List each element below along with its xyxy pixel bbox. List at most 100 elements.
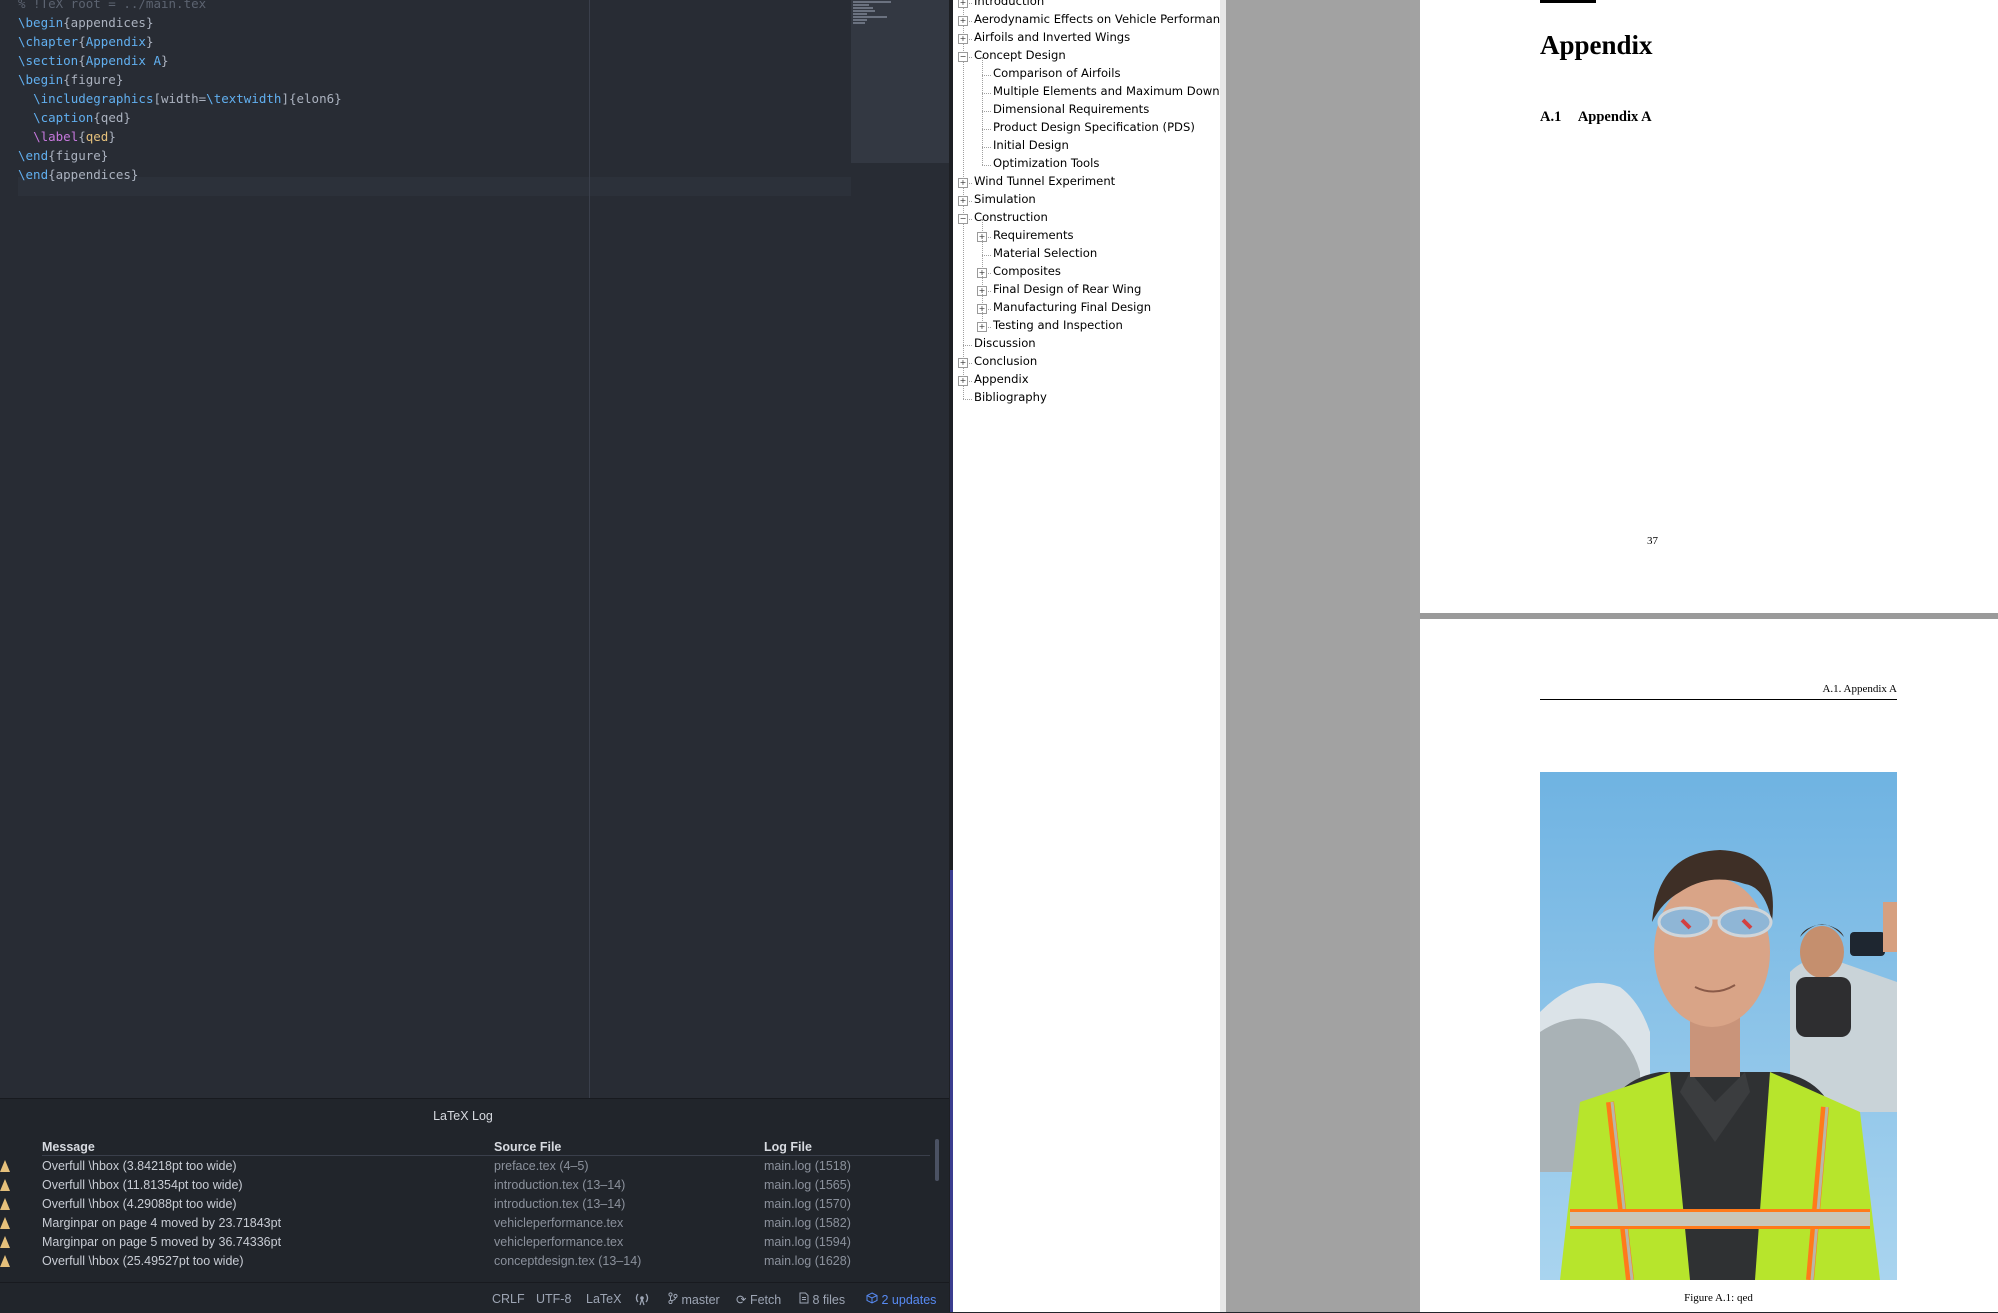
git-branch-button[interactable]: master: [668, 1292, 720, 1307]
code-line[interactable]: \section{Appendix A}: [18, 51, 342, 70]
outline-item[interactable]: Requirements: [993, 228, 1074, 242]
header-rule: [1540, 699, 1897, 700]
outline-item[interactable]: Product Design Specification (PDS): [993, 120, 1195, 134]
figure-caption: Figure A.1: qed: [1684, 1292, 1753, 1304]
collapse-icon[interactable]: −: [958, 214, 968, 224]
outline-item[interactable]: Dimensional Requirements: [993, 102, 1149, 116]
code-editor[interactable]: % !TeX root = ../main.tex \begin{appendic…: [0, 0, 949, 1098]
tree-connector: [963, 345, 972, 346]
log-row[interactable]: Marginpar on page 4 moved by 23.71843pt v…: [0, 1216, 930, 1235]
encoding-indicator[interactable]: UTF-8: [536, 1292, 571, 1306]
outline-item[interactable]: Optimization Tools: [993, 156, 1099, 170]
log-message: Marginpar on page 4 moved by 23.71843pt: [42, 1216, 282, 1230]
chapter-rule: [1540, 0, 1596, 3]
tree-branch-line: [982, 75, 983, 93]
log-scrollbar[interactable]: [935, 1139, 939, 1181]
outline-item[interactable]: Simulation: [974, 192, 1036, 206]
code-line[interactable]: \begin{figure}: [18, 70, 342, 89]
tree-branch-line: [982, 129, 983, 147]
log-source-file[interactable]: conceptdesign.tex (13–14): [494, 1254, 641, 1268]
outline-item[interactable]: Manufacturing Final Design: [993, 300, 1151, 314]
outline-item[interactable]: Conclusion: [974, 354, 1037, 368]
outline-item[interactable]: Construction: [974, 210, 1048, 224]
outline-item[interactable]: Wind Tunnel Experiment: [974, 174, 1115, 188]
log-message: Overfull \hbox (25.49527pt too wide): [42, 1254, 244, 1268]
log-source-file[interactable]: introduction.tex (13–14): [494, 1178, 625, 1192]
pdf-page-37[interactable]: Appendix A.1 Appendix A 37: [1420, 0, 1998, 613]
log-row[interactable]: Overfull \hbox (3.84218pt too wide) prefa…: [0, 1159, 930, 1178]
code-line[interactable]: \begin{appendices}: [18, 13, 342, 32]
git-branch-label: master: [681, 1293, 720, 1307]
outline-item[interactable]: Discussion: [974, 336, 1036, 350]
grammar-indicator[interactable]: LaTeX: [586, 1292, 621, 1306]
log-row[interactable]: Marginpar on page 5 moved by 36.74336pt v…: [0, 1235, 930, 1254]
code-lines[interactable]: % !TeX root = ../main.tex \begin{appendic…: [18, 0, 342, 184]
tree-connector: [963, 399, 972, 400]
outline-item[interactable]: Introduction: [974, 0, 1044, 8]
line-ending-indicator[interactable]: CRLF: [492, 1292, 525, 1306]
log-source-file[interactable]: vehicleperformance.tex: [494, 1216, 623, 1230]
code-line[interactable]: \end{appendices}: [18, 165, 342, 184]
outline-item[interactable]: Aerodynamic Effects on Vehicle Performan…: [974, 12, 1220, 26]
code-line[interactable]: \includegraphics[width=\textwidth]{elon6…: [18, 89, 342, 108]
outline-item[interactable]: Airfoils and Inverted Wings: [974, 30, 1130, 44]
pdf-outline-tree[interactable]: + Introduction + Aerodynamic Effects on Veh…: [953, 0, 1220, 1312]
code-line[interactable]: % !TeX root = ../main.tex: [18, 0, 342, 13]
code-line[interactable]: \label{qed}: [18, 127, 342, 146]
code-line[interactable]: \chapter{Appendix}: [18, 32, 342, 51]
log-file-link[interactable]: main.log (1582): [764, 1216, 851, 1230]
warning-icon: [0, 1179, 10, 1191]
log-file-link[interactable]: main.log (1594): [764, 1235, 851, 1249]
files-button[interactable]: 8 files: [799, 1292, 845, 1307]
broadcast-icon[interactable]: [633, 1292, 651, 1309]
log-row[interactable]: Overfull \hbox (25.49527pt too wide) conc…: [0, 1254, 930, 1273]
code-line[interactable]: \caption{qed}: [18, 108, 342, 127]
outline-item[interactable]: Appendix: [974, 372, 1029, 386]
status-bar: CRLF UTF-8 LaTeX master ⟳ Fetch 8 files …: [0, 1282, 949, 1313]
log-file-link[interactable]: main.log (1565): [764, 1178, 851, 1192]
outline-item[interactable]: Comparison of Airfoils: [993, 66, 1121, 80]
log-row[interactable]: Overfull \hbox (11.81354pt too wide) intr…: [0, 1178, 930, 1197]
running-header: A.1. Appendix A: [1822, 683, 1897, 695]
tree-branch-line: [982, 237, 983, 255]
warning-icon: [0, 1236, 10, 1248]
fetch-button[interactable]: ⟳ Fetch: [736, 1292, 781, 1307]
expand-icon[interactable]: +: [958, 178, 968, 188]
log-source-file[interactable]: vehicleperformance.tex: [494, 1235, 623, 1249]
expand-icon[interactable]: +: [958, 376, 968, 386]
expand-icon[interactable]: +: [958, 16, 968, 26]
updates-button[interactable]: 2 updates: [866, 1292, 936, 1307]
log-file-link[interactable]: main.log (1518): [764, 1159, 851, 1173]
log-row[interactable]: Overfull \hbox (4.29088pt too wide) intro…: [0, 1197, 930, 1216]
collapse-icon[interactable]: −: [958, 52, 968, 62]
chapter-heading: Appendix: [1540, 30, 1653, 60]
tree-connector: [982, 165, 991, 166]
expand-icon[interactable]: +: [958, 196, 968, 206]
log-file-link[interactable]: main.log (1570): [764, 1197, 851, 1211]
pdf-page-38[interactable]: A.1. Appendix A Figure A.1: qed: [1420, 619, 1998, 1312]
log-source-file[interactable]: preface.tex (4–5): [494, 1159, 589, 1173]
tree-branch-line: [982, 93, 983, 111]
outline-item[interactable]: Testing and Inspection: [993, 318, 1123, 332]
code-line[interactable]: \end{figure}: [18, 146, 342, 165]
warning-icon: [0, 1198, 10, 1210]
outline-item[interactable]: Bibliography: [974, 390, 1047, 404]
warning-icon: [0, 1160, 10, 1172]
log-source-file[interactable]: introduction.tex (13–14): [494, 1197, 625, 1211]
outline-item[interactable]: Multiple Elements and Maximum Downforce: [993, 84, 1220, 98]
outline-item[interactable]: Material Selection: [993, 246, 1097, 260]
expand-icon[interactable]: +: [958, 358, 968, 368]
minimap[interactable]: [851, 0, 949, 163]
expand-icon[interactable]: +: [977, 322, 987, 332]
expand-icon[interactable]: +: [958, 0, 968, 8]
outline-item[interactable]: Initial Design: [993, 138, 1069, 152]
log-file-link[interactable]: main.log (1628): [764, 1254, 851, 1268]
git-branch-icon: [668, 1292, 678, 1307]
expand-icon[interactable]: +: [958, 34, 968, 44]
tree-branch-line: [982, 147, 983, 165]
outline-item[interactable]: Concept Design: [974, 48, 1066, 62]
pdf-viewer-background: [1226, 0, 1420, 1312]
outline-item[interactable]: Final Design of Rear Wing: [993, 282, 1141, 296]
outline-item[interactable]: Composites: [993, 264, 1061, 278]
section-number: A.1: [1540, 109, 1562, 125]
